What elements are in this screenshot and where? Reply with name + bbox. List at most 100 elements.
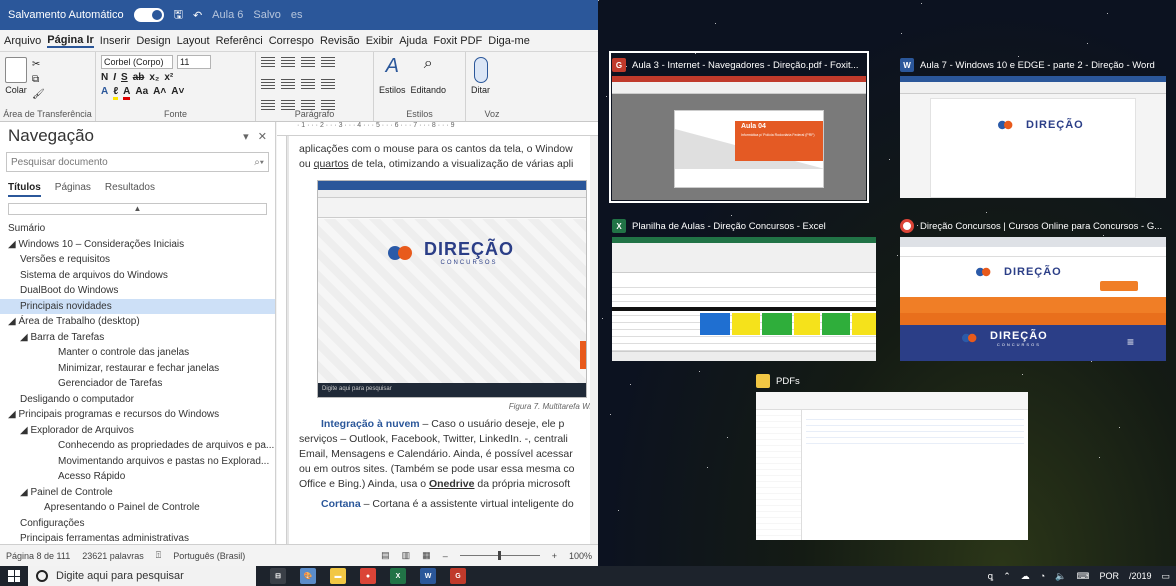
multilevel-button[interactable] (301, 57, 315, 67)
taskbar-search[interactable]: Digite aqui para pesquisar (28, 566, 256, 586)
show-hidden-icon[interactable]: ⌃ (1003, 571, 1011, 582)
align-center-button[interactable] (281, 78, 295, 89)
ribbon-tab[interactable]: Ajuda (399, 35, 427, 47)
zoom-out-button[interactable]: – (443, 551, 448, 561)
volume-icon[interactable]: 🔈 (1055, 571, 1066, 582)
ribbon-tab[interactable]: Inserir (100, 35, 131, 47)
bold-button[interactable]: N (101, 72, 108, 83)
search-icon[interactable]: ⌕▾ (254, 157, 264, 168)
notifications-icon[interactable]: ▭ (1161, 571, 1170, 582)
copy-icon[interactable]: ⧉ (32, 74, 45, 85)
nav-options-icon[interactable]: ▾ (243, 131, 249, 143)
network-icon[interactable]: ◔ (1040, 571, 1045, 581)
change-case-button[interactable]: Aa (135, 86, 148, 100)
ribbon-tab[interactable]: Foxit PDF (433, 35, 482, 47)
zoom-in-button[interactable]: + (552, 551, 557, 561)
autosave-toggle[interactable] (133, 8, 164, 22)
align-right-button[interactable] (301, 78, 315, 89)
taskview-window-explorer[interactable]: PDFs (756, 370, 1028, 540)
ribbon-tab[interactable]: Arquivo (4, 35, 41, 47)
language-status[interactable]: Português (Brasil) (173, 551, 245, 561)
nav-heading-item[interactable]: Conhecendo as propriedades de arquivos e… (0, 438, 275, 454)
nav-heading-item[interactable]: ◢ Explorador de Arquivos (0, 423, 275, 439)
nav-heading-item[interactable]: ◢ Principais programas e recursos do Win… (0, 407, 275, 423)
nav-heading-item[interactable]: Gerenciador de Tarefas (0, 376, 275, 392)
font-size-select[interactable]: 11 (177, 55, 211, 69)
strikethrough-button[interactable]: ab (133, 72, 145, 83)
nav-tab[interactable]: Resultados (105, 182, 155, 197)
taskview-window-word[interactable]: W Aula 7 - Windows 10 e EDGE - parte 2 -… (900, 54, 1166, 198)
people-icon[interactable]: ꝗ (988, 571, 994, 582)
font-name-select[interactable]: Corbel (Corpo) (101, 55, 173, 69)
read-mode-icon[interactable]: ▤ (381, 550, 390, 561)
ribbon-tab[interactable]: Revisão (320, 35, 360, 47)
highlight-icon[interactable]: ℓ (113, 86, 119, 100)
cloud-icon[interactable]: ☁ (1021, 571, 1030, 582)
vertical-scrollbar[interactable] (590, 136, 598, 544)
language-indicator[interactable]: POR (1099, 571, 1119, 581)
underline-button[interactable]: S (121, 72, 128, 83)
zoom-level[interactable]: 100% (569, 551, 592, 561)
numbering-button[interactable] (281, 57, 295, 67)
nav-heading-item[interactable]: ◢ Área de Trabalho (desktop) (0, 314, 275, 330)
nav-heading-item[interactable]: Versões e requisitos (0, 252, 275, 268)
document-page[interactable]: aplicações com o mouse para os cantos da… (289, 136, 598, 544)
ribbon-tab[interactable]: Página Ir (47, 34, 94, 48)
ribbon-tab[interactable]: Design (136, 35, 170, 47)
start-button[interactable] (0, 566, 28, 586)
ribbon-tab[interactable]: Diga-me (488, 35, 530, 47)
format-painter-icon[interactable]: 🖌 (32, 89, 45, 100)
justify-button[interactable] (321, 78, 335, 89)
keyboard-icon[interactable]: ⌨ (1076, 571, 1089, 582)
bullets-button[interactable] (261, 57, 275, 67)
foxit-icon[interactable]: G (450, 568, 466, 584)
nav-tab[interactable]: Títulos (8, 182, 41, 197)
ribbon-tab[interactable]: Correspo (269, 35, 314, 47)
zoom-slider[interactable] (459, 551, 540, 560)
text-effects-icon[interactable]: A (101, 86, 108, 100)
close-icon[interactable]: ✕ (258, 131, 267, 143)
task-view-icon[interactable]: ⊟ (270, 568, 286, 584)
nav-heading-item[interactable]: Apresentando o Painel de Controle (0, 500, 275, 516)
nav-heading-item[interactable]: Acesso Rápido (0, 469, 275, 485)
ribbon-tab[interactable]: Exibir (366, 35, 394, 47)
ribbon-tab[interactable]: Layout (177, 35, 210, 47)
nav-heading-item[interactable]: Sumário (0, 221, 275, 237)
cut-icon[interactable]: ✂ (32, 59, 45, 70)
shrink-font-button[interactable]: A˅ (171, 86, 184, 100)
excel-icon[interactable]: X (390, 568, 406, 584)
nav-heading-item[interactable]: ◢ Barra de Tarefas (0, 330, 275, 346)
subscript-button[interactable]: x₂ (149, 72, 159, 83)
web-layout-icon[interactable]: ▦ (422, 550, 431, 561)
nav-heading-item[interactable]: Principais novidades (0, 298, 275, 314)
document-area[interactable]: · 1 · · · 2 · · · 3 · · · 4 · · · 5 · · … (277, 122, 598, 544)
taskview-window-pdf[interactable]: G Aula 3 - Internet - Navegadores - Dire… (609, 51, 869, 203)
align-left-button[interactable] (261, 78, 275, 89)
nav-heading-item[interactable]: ◢ Windows 10 – Considerações Iniciais (0, 237, 275, 253)
ribbon-tab[interactable]: Referênci (216, 35, 263, 47)
word-count[interactable]: 23621 palavras (82, 551, 144, 561)
page-count[interactable]: Página 8 de 111 (6, 551, 70, 561)
save-icon[interactable]: 🖫 (174, 6, 183, 25)
horizontal-ruler[interactable]: · 1 · · · 2 · · · 3 · · · 4 · · · 5 · · … (277, 122, 598, 136)
font-color-icon[interactable]: A (123, 86, 131, 100)
nav-heading-item[interactable]: Desligando o computador (0, 392, 275, 408)
paint-icon[interactable]: 🎨 (300, 568, 316, 584)
italic-button[interactable]: I (113, 72, 116, 83)
nav-heading-item[interactable]: Movimentando arquivos e pastas no Explor… (0, 454, 275, 470)
nav-heading-item[interactable]: Minimizar, restaurar e fechar janelas (0, 361, 275, 377)
indent-button[interactable] (321, 57, 335, 67)
superscript-button[interactable]: x² (164, 72, 173, 83)
grow-font-button[interactable]: A˄ (153, 86, 166, 100)
taskview-window-excel[interactable]: X Planilha de Aulas - Direção Concursos … (612, 215, 876, 361)
print-layout-icon[interactable]: ▥ (402, 550, 411, 561)
undo-icon[interactable]: ↶ (193, 9, 202, 22)
nav-heading-item[interactable]: ◢ Painel de Controle (0, 485, 275, 501)
clock-date[interactable]: /2019 (1129, 571, 1152, 581)
taskview-window-chrome[interactable]: Direção Concursos | Cursos Online para C… (900, 215, 1166, 361)
nav-heading-item[interactable]: DualBoot do Windows (0, 283, 275, 299)
nav-tab[interactable]: Páginas (55, 182, 91, 197)
chrome-icon[interactable]: ● (360, 568, 376, 584)
nav-search-input[interactable]: Pesquisar documento ⌕▾ (6, 152, 269, 172)
proofing-icon[interactable]: ⍐ (156, 550, 161, 561)
